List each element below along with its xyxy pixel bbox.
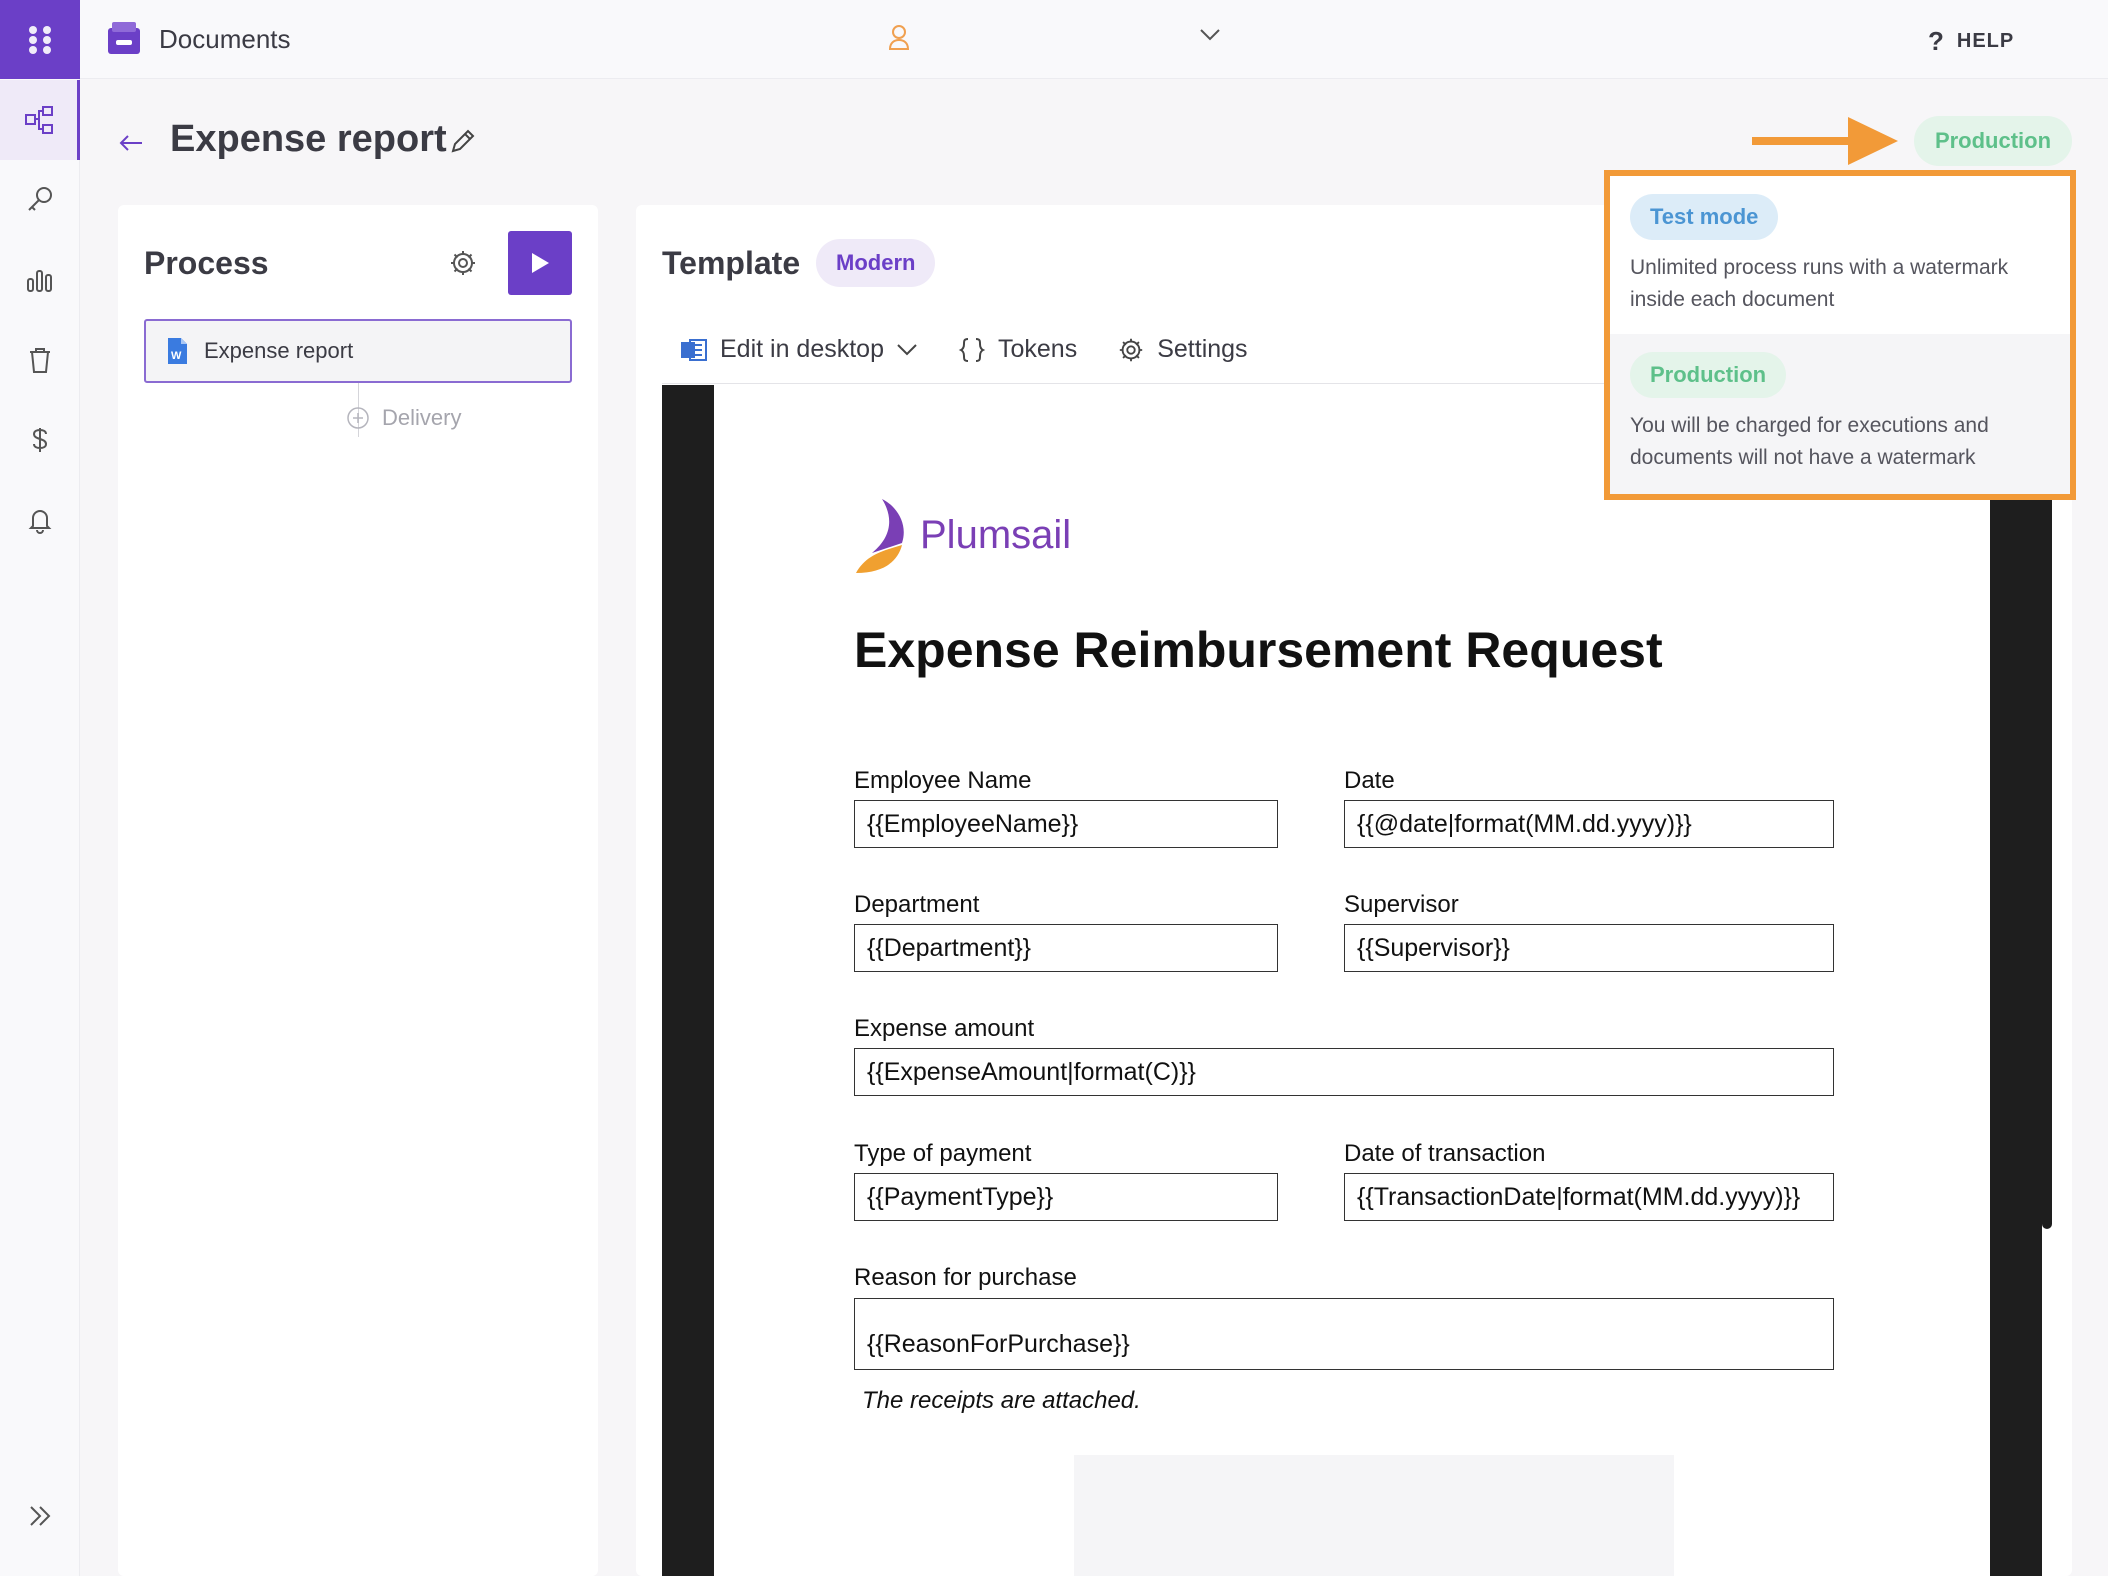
run-process-button[interactable] [508, 231, 572, 295]
process-title: Process [144, 245, 269, 281]
bell-icon [28, 510, 52, 534]
arrow-left-icon [119, 135, 142, 151]
chevron-down-icon [1200, 29, 1220, 41]
receipts-note: The receipts are attached. [862, 1387, 1141, 1414]
key-icon [28, 187, 52, 211]
braces-icon [958, 337, 986, 362]
settings-label: Settings [1157, 335, 1248, 363]
document-placeholder-block [1074, 1455, 1674, 1576]
document-viewer[interactable]: Plumsail Expense Reimbursement Request E… [662, 385, 2042, 1576]
documents-app-icon [106, 20, 142, 61]
expense-amount-field: {{ExpenseAmount|format(C)}} [854, 1048, 1834, 1096]
test-mode-description: Unlimited process runs with a watermark … [1630, 256, 2009, 311]
rail-expand[interactable] [0, 1476, 80, 1556]
gear-icon [451, 251, 475, 275]
add-delivery-button[interactable]: Delivery [346, 405, 461, 431]
template-style-badge: Modern [816, 239, 936, 287]
department-field: {{Department}} [854, 924, 1278, 972]
date-field: {{@date|format(MM.dd.yyyy)}} [1344, 800, 1834, 848]
delivery-label: Delivery [382, 405, 462, 430]
edit-in-desktop-label: Edit in desktop [720, 335, 884, 363]
process-step-document[interactable]: W Expense report [144, 319, 572, 383]
rename-button[interactable] [448, 126, 478, 161]
play-icon [532, 253, 549, 273]
left-rail [0, 0, 80, 1576]
supervisor-field: {{Supervisor}} [1344, 924, 1834, 972]
tokens-button[interactable]: Tokens [958, 335, 1077, 364]
process-settings-button[interactable] [448, 248, 478, 283]
svg-text:W: W [171, 350, 182, 362]
process-step-label: Expense report [204, 338, 354, 363]
transaction-date-field: {{TransactionDate|format(MM.dd.yyyy)}} [1344, 1173, 1834, 1221]
supervisor-label: Supervisor [1344, 891, 1459, 918]
tokens-label: Tokens [998, 335, 1078, 363]
template-settings-button[interactable]: Settings [1117, 335, 1248, 364]
reason-field: {{ReasonForPurchase}} [854, 1298, 1834, 1370]
employee-name-label: Employee Name [854, 767, 1032, 794]
payment-type-field: {{PaymentType}} [854, 1173, 1278, 1221]
trash-icon [30, 348, 50, 373]
sail-logo-icon [856, 499, 904, 573]
mode-dropdown: Test mode Unlimited process runs with a … [1604, 170, 2076, 500]
production-description: You will be charged for executions and d… [1630, 414, 1989, 469]
help-button[interactable]: ? HELP [1928, 26, 2014, 57]
plumsail-logo: Plumsail [852, 495, 1071, 575]
document-title: Expense Reimbursement Request [854, 622, 1663, 678]
transaction-date-label: Date of transaction [1344, 1140, 1546, 1167]
rail-analytics[interactable] [0, 240, 80, 320]
brand-name: Plumsail [920, 512, 1072, 557]
bar-chart-icon [27, 270, 52, 292]
employee-name-field: {{EmployeeName}} [854, 800, 1278, 848]
department-label: Department [854, 891, 980, 918]
gear-icon [1120, 338, 1143, 361]
flow-icon [24, 106, 53, 134]
rail-processes[interactable] [0, 80, 80, 160]
help-label: HELP [1956, 30, 2015, 52]
grid-dots-icon [29, 25, 51, 54]
account-selector-icon[interactable] [888, 24, 910, 55]
question-icon: ? [1928, 26, 1945, 56]
word-document-icon: W [168, 338, 187, 364]
mode-option-production[interactable]: Production You will be charged for execu… [1610, 334, 2070, 494]
highlight-arrow [1752, 115, 1902, 172]
date-label: Date [1344, 767, 1395, 794]
pencil-icon [451, 129, 475, 153]
rail-notifications[interactable] [0, 480, 80, 560]
dollar-icon [32, 428, 48, 452]
word-icon [681, 338, 707, 361]
user-icon [888, 25, 910, 50]
apps-launcher-button[interactable] [0, 0, 80, 79]
plus-circle-icon [347, 407, 369, 429]
viewer-scrollbar[interactable] [2042, 385, 2052, 1229]
edit-in-desktop-button[interactable]: Edit in desktop [680, 335, 918, 364]
chevron-down-icon [897, 343, 917, 355]
mode-option-test[interactable]: Test mode Unlimited process runs with a … [1610, 176, 2070, 334]
arrow-right-icon [1752, 117, 1898, 165]
expense-amount-label: Expense amount [854, 1015, 1035, 1042]
rail-billing[interactable] [0, 400, 80, 480]
production-pill: Production [1630, 352, 1787, 398]
reason-label: Reason for purchase [854, 1264, 1077, 1291]
top-bar: Documents ? HELP S [80, 0, 2108, 79]
rail-trash[interactable] [0, 320, 80, 400]
template-toolbar: Edit in desktop Tokens Settings [680, 335, 1288, 364]
app-title: Documents [159, 24, 291, 54]
test-mode-pill: Test mode [1630, 194, 1779, 240]
document-page: Plumsail Expense Reimbursement Request E… [714, 385, 1990, 1576]
account-dropdown-button[interactable] [1199, 28, 1221, 47]
template-title: Template [662, 245, 801, 281]
process-panel: Process W Expense report Delivery [118, 205, 598, 1576]
mode-selector-badge[interactable]: Production [1914, 116, 2072, 166]
back-button[interactable] [116, 128, 146, 163]
double-chevron-right-icon [30, 1506, 51, 1526]
rail-keys[interactable] [0, 160, 80, 240]
page-title: Expense report [170, 118, 447, 160]
payment-type-label: Type of payment [854, 1140, 1032, 1167]
